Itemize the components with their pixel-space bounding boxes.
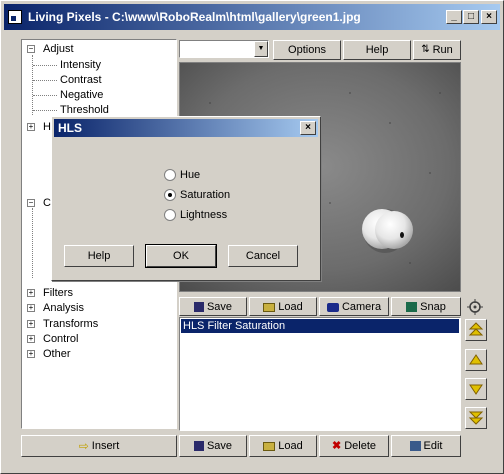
double-down-arrow-icon	[468, 411, 484, 425]
save-label: Save	[206, 440, 233, 452]
camera-icon	[326, 302, 339, 312]
pipeline-save-button[interactable]: Save	[179, 297, 247, 316]
radio-saturation-button[interactable]	[164, 189, 176, 201]
app-icon	[8, 10, 22, 24]
pipeline-list[interactable]: HLS Filter Saturation	[179, 317, 461, 431]
load-button[interactable]: Load	[249, 435, 317, 457]
insert-button[interactable]: ⇨ Insert	[21, 435, 177, 457]
dialog-help-label: Help	[87, 250, 111, 262]
tree-connector	[33, 95, 57, 96]
tree-connector	[33, 110, 57, 111]
run-label: Run	[432, 44, 453, 56]
expand-icon[interactable]: +	[27, 289, 35, 297]
tree-item-threshold[interactable]: Threshold	[60, 103, 109, 117]
save-icon	[193, 302, 204, 313]
expand-icon[interactable]: +	[27, 123, 35, 131]
camera-button[interactable]: Camera	[319, 297, 389, 316]
snap-label: Snap	[420, 301, 446, 313]
folder-icon	[263, 441, 276, 451]
tree-item-label: C	[43, 197, 51, 209]
pipeline-item[interactable]: HLS Filter Saturation	[181, 319, 459, 333]
dialog-ok-label: OK	[173, 250, 189, 262]
collapse-icon[interactable]: −	[27, 199, 35, 207]
edit-button[interactable]: Edit	[391, 435, 461, 457]
expand-icon[interactable]: +	[27, 350, 35, 358]
tree-connector	[33, 80, 57, 81]
delete-icon: ✖	[331, 440, 342, 453]
insert-label: Insert	[91, 440, 120, 452]
help-button[interactable]: Help	[343, 40, 411, 60]
tree-item-label: Adjust	[43, 43, 74, 55]
snap-button[interactable]: Snap	[391, 297, 461, 316]
run-icon: ⇅	[421, 44, 430, 56]
title-bar[interactable]: Living Pixels - C:\www\RoboRealm\html\ga…	[4, 4, 500, 30]
chevron-down-icon[interactable]: ▼	[254, 41, 268, 57]
ball-right	[375, 211, 413, 249]
right-arrow-icon: ⇨	[78, 439, 89, 454]
target-icon[interactable]	[467, 299, 483, 315]
snap-icon	[406, 302, 418, 313]
folder-icon	[263, 302, 276, 312]
dialog-ok-button[interactable]: OK	[145, 244, 217, 268]
move-up-button[interactable]	[465, 349, 487, 371]
tree-item-label: H	[43, 121, 51, 133]
down-arrow-icon	[469, 384, 483, 395]
collapse-icon[interactable]: −	[27, 45, 35, 53]
pipeline-save-label: Save	[206, 301, 233, 313]
maximize-button[interactable]: □	[463, 10, 479, 24]
delete-label: Delete	[344, 440, 376, 452]
expand-icon[interactable]: +	[27, 320, 35, 328]
radio-lightness-button[interactable]	[164, 209, 176, 221]
expand-icon[interactable]: +	[27, 335, 35, 343]
tree-item-label: Other	[43, 348, 71, 360]
save-icon	[193, 441, 204, 452]
save-button[interactable]: Save	[179, 435, 247, 457]
load-label: Load	[278, 440, 303, 452]
radio-hue-button[interactable]	[164, 169, 176, 181]
dialog-close-icon[interactable]: ×	[300, 121, 316, 135]
tree-item-contrast[interactable]: Contrast	[60, 73, 102, 87]
ball-spot	[400, 232, 404, 238]
radio-saturation-label: Saturation	[180, 189, 231, 201]
pipeline-load-button[interactable]: Load	[249, 297, 317, 316]
tree-connector	[32, 55, 33, 115]
dialog-cancel-button[interactable]: Cancel	[228, 245, 298, 267]
help-label: Help	[365, 44, 389, 56]
close-button[interactable]: ×	[481, 10, 497, 24]
run-button[interactable]: ⇅ Run	[413, 40, 461, 60]
hls-dialog[interactable]: HLS × Hue Saturation Lightness Help OK C…	[51, 116, 321, 281]
options-button[interactable]: Options	[273, 40, 341, 60]
tree-item-intensity[interactable]: Intensity	[60, 58, 101, 72]
tree-item-label: Filters	[43, 287, 73, 299]
expand-icon[interactable]: +	[27, 304, 35, 312]
edit-icon	[409, 441, 421, 452]
dialog-help-button[interactable]: Help	[64, 245, 134, 267]
radio-hue-label: Hue	[180, 169, 201, 181]
tree-item-label: Transforms	[43, 318, 99, 330]
main-window: Living Pixels - C:\www\RoboRealm\html\ga…	[0, 0, 504, 474]
dialog-cancel-label: Cancel	[245, 250, 281, 262]
up-arrow-icon	[469, 354, 483, 365]
hls-dialog-title: HLS	[58, 121, 82, 135]
tree-item-label: Analysis	[43, 302, 84, 314]
minimize-button[interactable]: _	[446, 10, 462, 24]
module-select[interactable]: ▼	[179, 40, 269, 58]
move-down-button[interactable]	[465, 378, 487, 400]
edit-label: Edit	[423, 440, 443, 452]
options-label: Options	[288, 44, 326, 56]
tree-item-label: Control	[43, 333, 79, 345]
tree-connector	[32, 208, 33, 278]
camera-label: Camera	[341, 301, 382, 313]
move-top-button[interactable]	[465, 319, 487, 341]
delete-button[interactable]: ✖ Delete	[319, 435, 389, 457]
tree-connector	[33, 65, 57, 66]
double-up-arrow-icon	[468, 322, 484, 336]
window-title: Living Pixels - C:\www\RoboRealm\html\ga…	[28, 10, 361, 24]
move-bottom-button[interactable]	[465, 407, 487, 429]
pipeline-load-label: Load	[278, 301, 303, 313]
radio-lightness-label: Lightness	[180, 209, 228, 221]
hls-dialog-title-bar[interactable]: HLS	[54, 119, 318, 137]
tree-item-negative[interactable]: Negative	[60, 88, 103, 102]
